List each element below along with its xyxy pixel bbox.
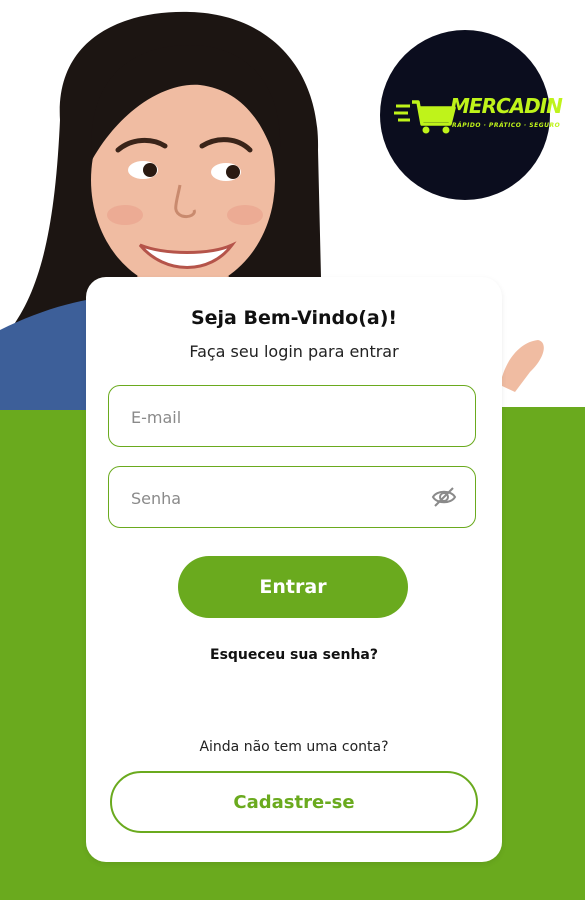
- welcome-title: Seja Bem-Vindo(a)!: [190, 307, 398, 329]
- shopping-cart-icon: [394, 100, 456, 134]
- password-input[interactable]: [129, 467, 433, 529]
- password-field[interactable]: [108, 466, 476, 529]
- login-subtitle: Faça seu login para entrar: [189, 342, 399, 361]
- email-input[interactable]: [129, 386, 433, 448]
- login-card: Seja Bem-Vindo(a)! Faça seu login para e…: [86, 277, 502, 862]
- brand-logo: MERCADIN RÁPIDO · PRÁTICO · SEGURO: [380, 30, 563, 200]
- eye-off-icon[interactable]: [431, 486, 457, 508]
- login-button[interactable]: Entrar: [178, 556, 408, 618]
- email-field[interactable]: [108, 385, 476, 448]
- brand-name: MERCADIN: [450, 94, 563, 118]
- signup-button[interactable]: Cadastre-se: [110, 771, 478, 833]
- forgot-password-link[interactable]: Esqueceu sua senha?: [86, 647, 502, 663]
- no-account-text: Ainda não tem uma conta?: [199, 739, 389, 755]
- brand-tagline: RÁPIDO · PRÁTICO · SEGURO: [452, 122, 561, 129]
